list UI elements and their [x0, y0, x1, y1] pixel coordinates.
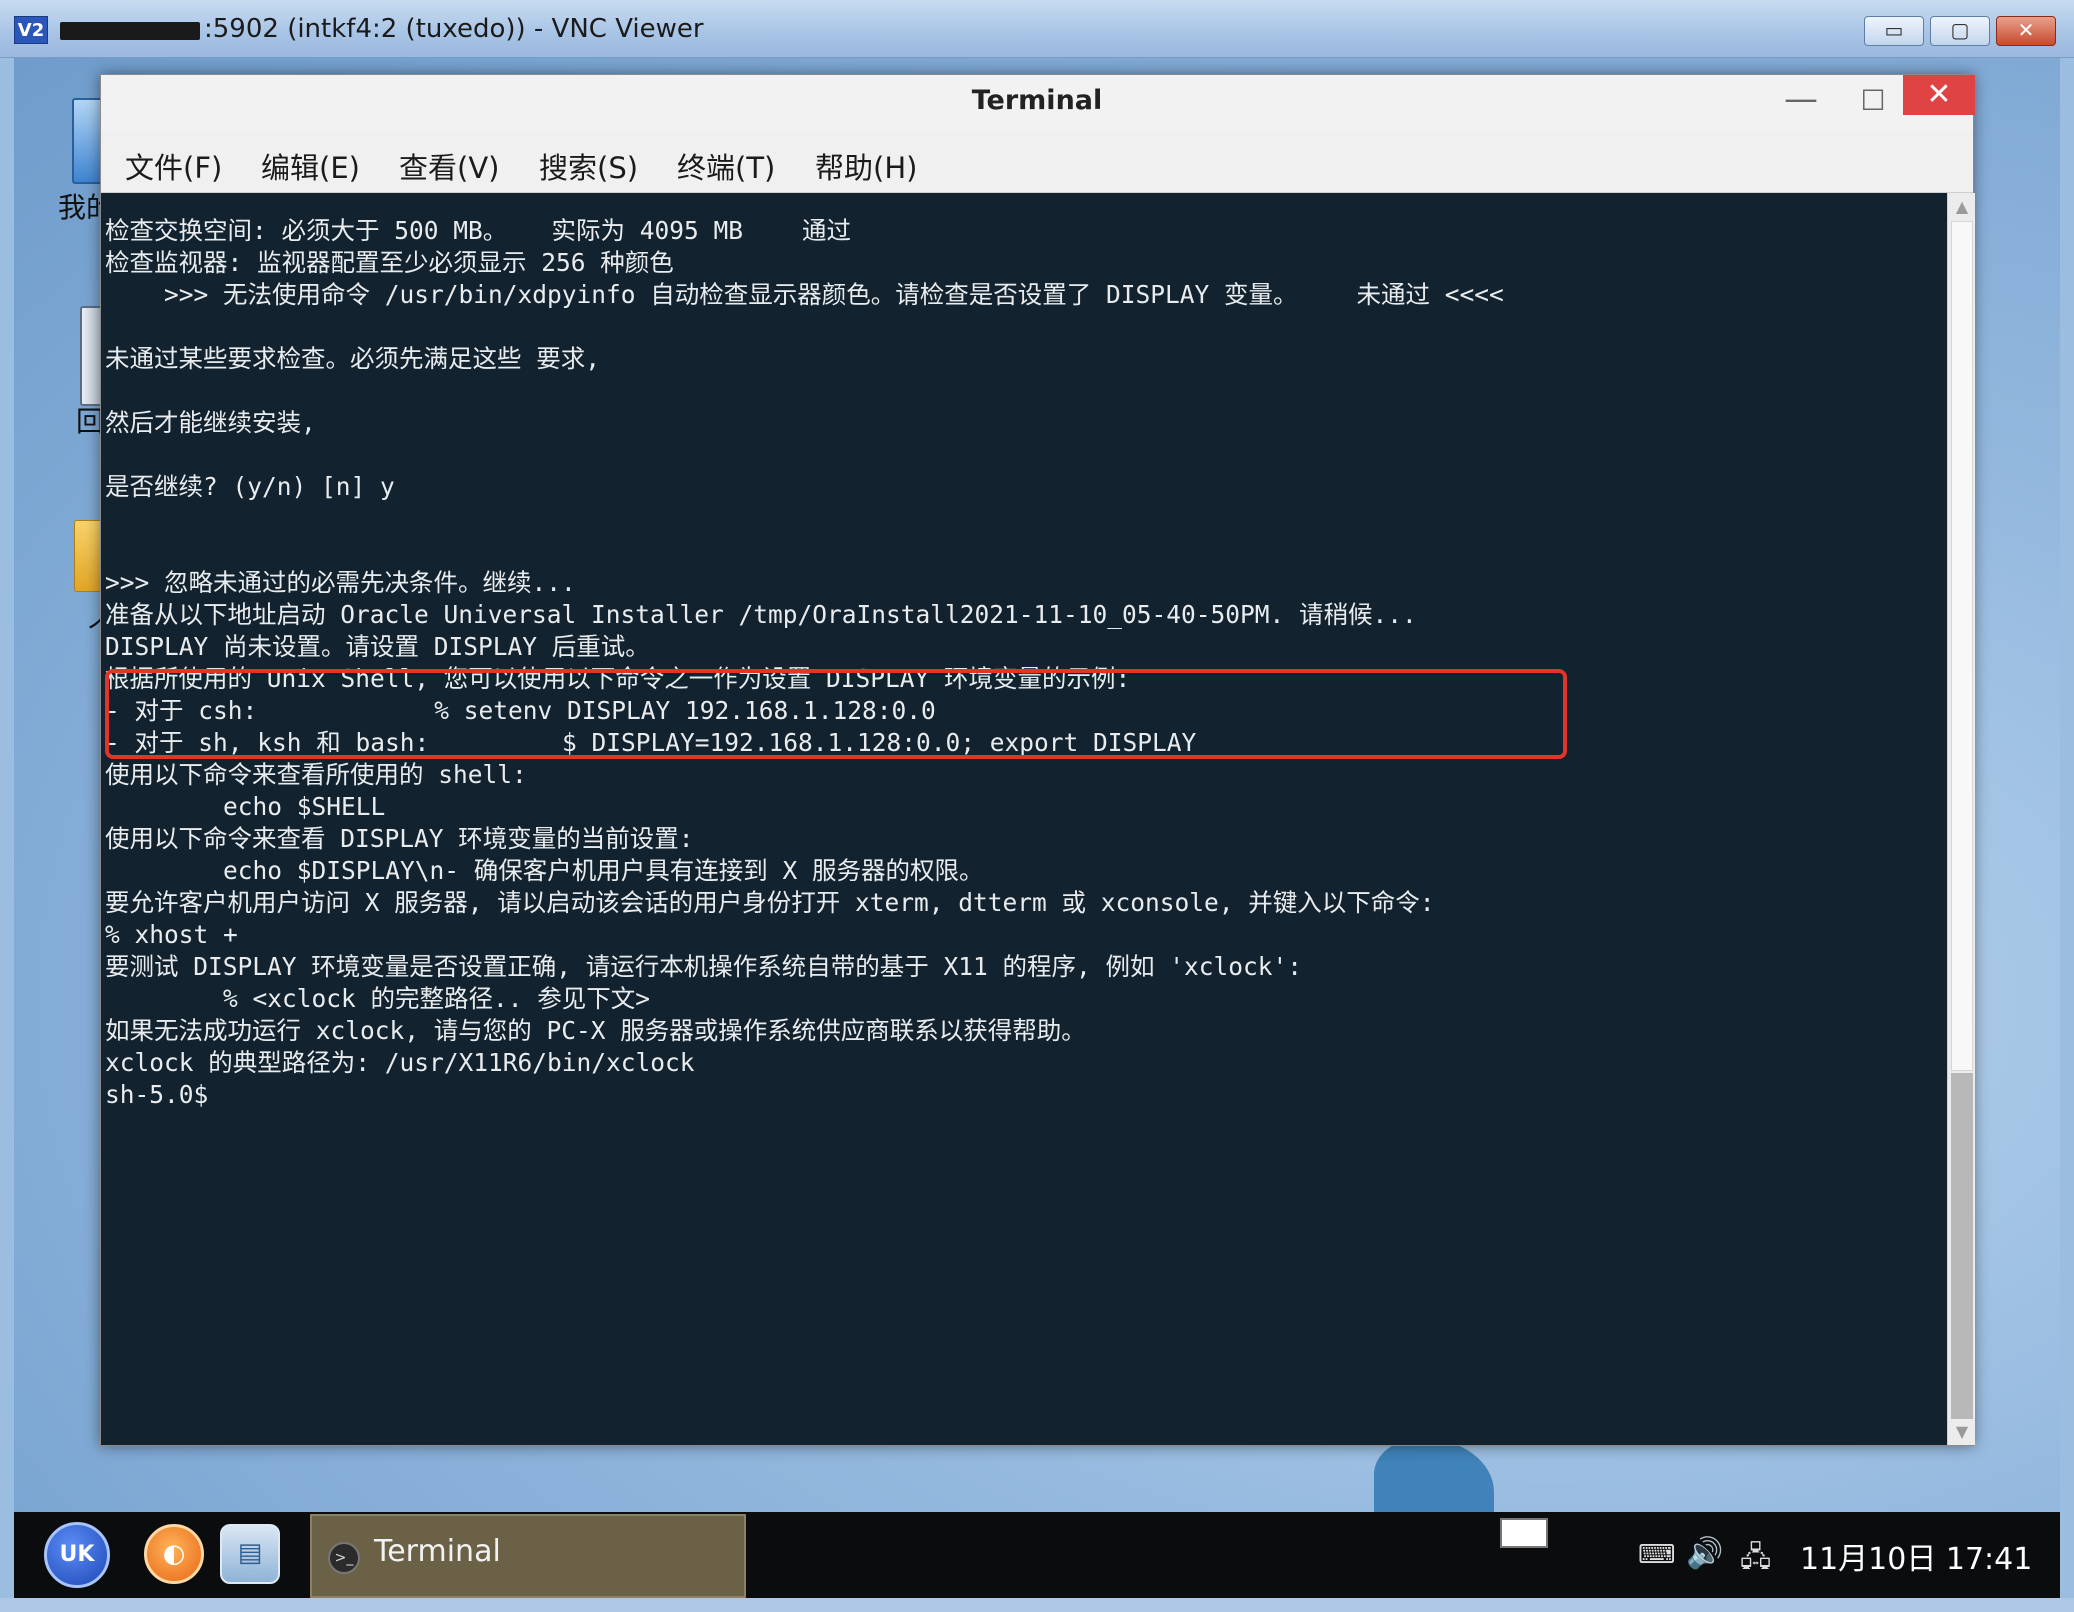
scroll-down-arrow-icon[interactable]: ▼: [1948, 1419, 1976, 1445]
terminal-line: echo $SHELL: [105, 792, 386, 821]
menu-view[interactable]: 查看(V): [399, 145, 499, 187]
terminal-line: DISPLAY 尚未设置。请设置 DISPLAY 后重试。: [105, 632, 650, 661]
network-icon[interactable]: 🖧: [1740, 1536, 1771, 1584]
vnc-logo-icon: V2: [14, 16, 48, 44]
terminal-line: 检查交换空间: 必须大于 500 MB。 实际为 4095 MB 通过: [105, 216, 852, 245]
taskbar: UK ◐ ▤ >_ Terminal ⌨ 🔊 🖧 11月10日 17:41: [14, 1512, 2060, 1598]
terminal-line: % <xclock 的完整路径.. 参见下文>: [105, 984, 651, 1013]
terminal-line: >>> 忽略未通过的必需先决条件。继续...: [105, 568, 576, 597]
terminal-line: 使用以下命令来查看所使用的 shell:: [105, 760, 527, 789]
terminal-line: 未通过某些要求检查。必须先满足这些 要求,: [105, 344, 600, 373]
menu-file[interactable]: 文件(F): [125, 145, 222, 187]
terminal-line: 是否继续? (y/n) [n] y: [105, 472, 395, 501]
volume-icon[interactable]: 🔊: [1686, 1536, 1723, 1571]
terminal-line: 要测试 DISPLAY 环境变量是否设置正确, 请运行本机操作系统自带的基于 X…: [105, 952, 1303, 981]
terminal-line: echo $DISPLAY\n- 确保客户机用户具有连接到 X 服务器的权限。: [105, 856, 984, 885]
menu-edit[interactable]: 编辑(E): [261, 145, 360, 187]
terminal-line: 如果无法成功运行 xclock, 请与您的 PC-X 服务器或操作系统供应商联系…: [105, 1016, 1086, 1045]
menu-search[interactable]: 搜索(S): [539, 145, 638, 187]
vnc-title-bar: V2 :5902 (intkf4:2 (tuxedo)) - VNC Viewe…: [0, 0, 2074, 58]
terminal-line: % xhost +: [105, 920, 238, 949]
tray-notification-icon[interactable]: [1500, 1518, 1548, 1548]
menu-terminal[interactable]: 终端(T): [677, 145, 775, 187]
terminal-line: 检查监视器: 监视器配置至少必须显示 256 种颜色: [105, 248, 674, 277]
start-menu-button[interactable]: UK: [44, 1522, 110, 1588]
taskbar-item-label: Terminal: [374, 1534, 501, 1569]
keyboard-icon[interactable]: ⌨: [1638, 1540, 1676, 1570]
terminal-window: Terminal — ☐ ✕ 文件(F) 编辑(E) 查看(V) 搜索(S) 终…: [100, 74, 1975, 1446]
menu-help[interactable]: 帮助(H): [815, 145, 917, 187]
terminal-line: 然后才能继续安装,: [105, 408, 316, 437]
terminal-line: 准备从以下地址启动 Oracle Universal Installer /tm…: [105, 600, 1417, 629]
terminal-title-bar[interactable]: Terminal — ☐ ✕: [101, 75, 1975, 131]
terminal-line: 使用以下命令来查看 DISPLAY 环境变量的当前设置:: [105, 824, 694, 853]
terminal-maximize-button[interactable]: ☐: [1853, 81, 1893, 121]
terminal-title: Terminal: [971, 85, 1103, 116]
scrollbar-thumb[interactable]: [1951, 221, 1973, 1071]
terminal-icon: >_: [328, 1542, 360, 1574]
vnc-close-button[interactable]: ✕: [1996, 16, 2056, 46]
vnc-maximize-button[interactable]: ▢: [1930, 16, 1990, 46]
terminal-line: 要允许客户机用户访问 X 服务器, 请以启动该会话的用户身份打开 xterm, …: [105, 888, 1435, 917]
terminal-close-button[interactable]: ✕: [1903, 75, 1975, 115]
vnc-window-title: :5902 (intkf4:2 (tuxedo)) - VNC Viewer: [204, 14, 704, 44]
scrollbar-track[interactable]: [1951, 1073, 1973, 1419]
terminal-minimize-button[interactable]: —: [1781, 81, 1821, 121]
redacted-host: [60, 22, 200, 40]
wallpaper-splash: [1374, 1438, 1494, 1512]
terminal-prompt[interactable]: sh-5.0$: [105, 1079, 208, 1111]
browser-icon[interactable]: ◐: [144, 1524, 204, 1584]
terminal-output[interactable]: 检查交换空间: 必须大于 500 MB。 实际为 4095 MB 通过 检查监视…: [101, 193, 1947, 1445]
scroll-up-arrow-icon[interactable]: ▲: [1948, 193, 1976, 221]
clock[interactable]: 11月10日 17:41: [1800, 1534, 2032, 1578]
taskbar-item-terminal[interactable]: >_ Terminal: [310, 1514, 746, 1598]
file-manager-icon[interactable]: ▤: [220, 1524, 280, 1584]
terminal-scrollbar[interactable]: ▲ ▼: [1947, 193, 1975, 1445]
window-bottom-border: [0, 1598, 2074, 1612]
terminal-line: xclock 的典型路径为: /usr/X11R6/bin/xclock: [105, 1048, 695, 1077]
terminal-menu-bar: 文件(F) 编辑(E) 查看(V) 搜索(S) 终端(T) 帮助(H): [101, 131, 1973, 193]
vnc-minimize-button[interactable]: ▭: [1864, 16, 1924, 46]
terminal-line: >>> 无法使用命令 /usr/bin/xdpyinfo 自动检查显示器颜色。请…: [105, 280, 1504, 309]
highlight-annotation-box: [105, 669, 1567, 759]
